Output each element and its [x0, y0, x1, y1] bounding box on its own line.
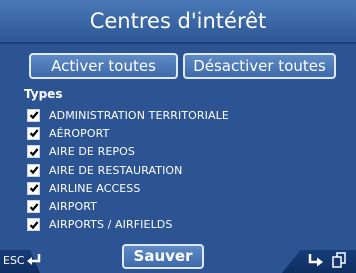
next-arrow-icon[interactable] — [307, 253, 325, 269]
types-heading: Types — [24, 87, 63, 101]
poi-types-list: ADMINISTRATION TERRITORIALE AÉROPORT AIR… — [27, 106, 327, 234]
list-item[interactable]: AÉROPORT — [27, 124, 327, 142]
list-item[interactable]: AIRPORT — [27, 197, 327, 215]
checkbox[interactable] — [27, 200, 40, 214]
list-item-label: AIRPORTS / AIRFIELDS — [49, 218, 173, 232]
list-item-label: AIRLINE ACCESS — [49, 181, 141, 195]
list-item-label: ADMINISTRATION TERRITORIALE — [49, 108, 229, 122]
list-item-label: AÉROPORT — [49, 126, 110, 140]
save-button[interactable]: Sauver — [122, 244, 204, 269]
title-bar: Centres d'intérêt — [0, 0, 356, 44]
back-arrow-icon[interactable] — [26, 252, 42, 268]
page-title: Centres d'intérêt — [89, 9, 267, 33]
checkbox[interactable] — [27, 108, 40, 122]
checkbox[interactable] — [27, 163, 40, 177]
poi-screen: Centres d'intérêt Activer toutes Désacti… — [0, 0, 356, 273]
list-item-label: AIRE DE RESTAURATION — [49, 163, 183, 177]
activate-all-button[interactable]: Activer toutes — [29, 53, 178, 79]
list-item-label: AIRPORT — [49, 200, 97, 214]
checkbox[interactable] — [27, 181, 40, 195]
list-item[interactable]: ADMINISTRATION TERRITORIALE — [27, 106, 327, 124]
checkbox[interactable] — [27, 126, 40, 140]
list-item[interactable]: AIRPORTS / AIRFIELDS — [27, 216, 327, 234]
deactivate-all-button[interactable]: Désactiver toutes — [183, 53, 336, 79]
list-item[interactable]: AIRE DE REPOS — [27, 143, 327, 161]
checkbox[interactable] — [27, 218, 40, 232]
list-item[interactable]: AIRLINE ACCESS — [27, 179, 327, 197]
esc-label: ESC — [3, 254, 25, 267]
checkbox[interactable] — [27, 145, 40, 159]
list-item[interactable]: AIRE DE RESTAURATION — [27, 161, 327, 179]
list-item-label: AIRE DE REPOS — [49, 145, 135, 159]
copy-icon[interactable] — [331, 252, 347, 269]
